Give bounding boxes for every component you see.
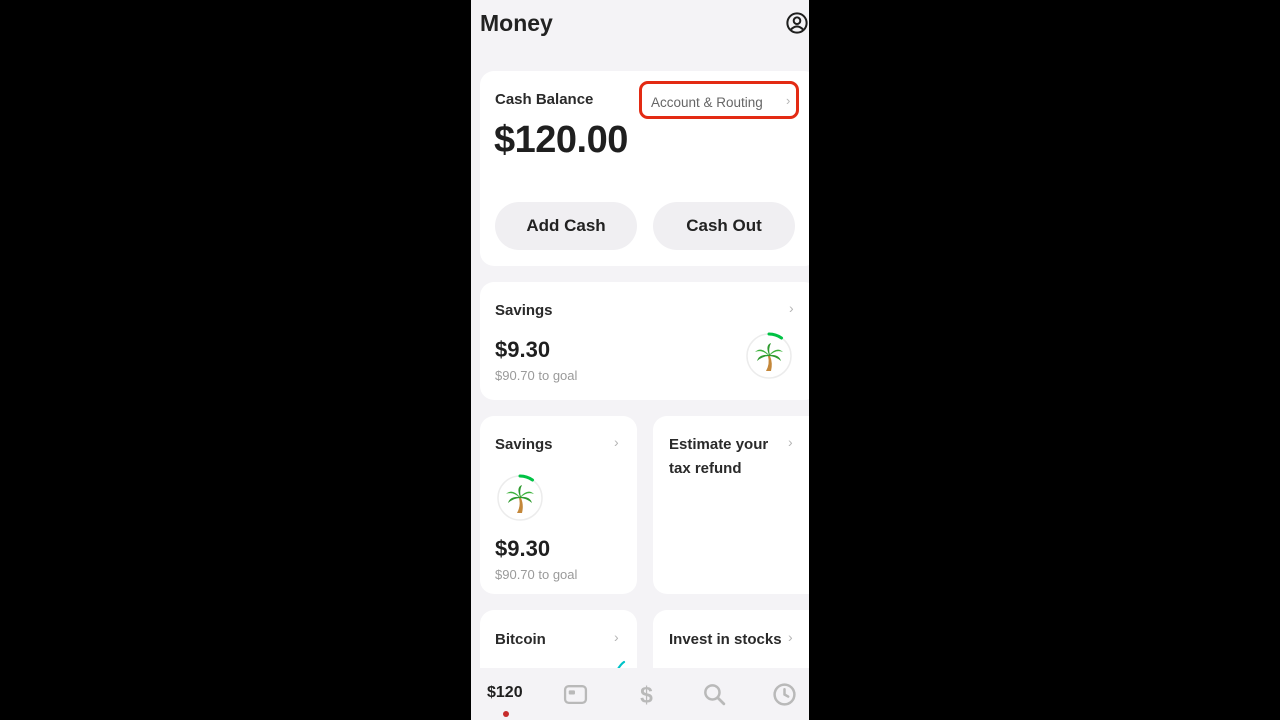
- savings-goal-text: $90.70 to goal: [495, 368, 578, 383]
- palm-tree-icon: [497, 474, 543, 521]
- chevron-right-icon: ›: [789, 300, 794, 316]
- account-routing-label: Account & Routing: [651, 95, 763, 110]
- search-icon[interactable]: [702, 682, 727, 707]
- svg-text:$: $: [640, 682, 653, 707]
- cash-balance-card: Cash Balance $120.00 Account & Routing ›…: [480, 71, 809, 266]
- bitcoin-label: Bitcoin: [495, 631, 546, 648]
- cash-balance-label: Cash Balance: [495, 91, 594, 108]
- dollar-icon[interactable]: $: [634, 682, 659, 707]
- savings-label: Savings: [495, 302, 553, 319]
- cash-balance-amount: $120.00: [494, 119, 628, 161]
- tax-refund-card[interactable]: Estimate your tax refund ›: [653, 416, 809, 594]
- savings-card-small[interactable]: Savings › $9.30 $90.70 to goal: [480, 416, 637, 594]
- savings-label: Savings: [495, 436, 553, 453]
- tax-refund-label-line1: Estimate your: [669, 436, 769, 453]
- savings-card-wide[interactable]: Savings › $9.30 $90.70 to goal: [480, 282, 809, 400]
- notification-dot: [503, 711, 509, 717]
- chevron-right-icon: ›: [788, 434, 793, 450]
- bottom-tab-bar: $120 $: [471, 668, 809, 720]
- cash-out-button[interactable]: Cash Out: [653, 202, 795, 250]
- profile-icon[interactable]: [786, 12, 808, 34]
- palm-tree-icon: [746, 332, 792, 379]
- account-routing-link[interactable]: Account & Routing ›: [639, 81, 799, 119]
- stocks-label: Invest in stocks: [669, 631, 782, 648]
- chevron-right-icon: ›: [786, 93, 791, 108]
- card-icon[interactable]: [563, 682, 588, 707]
- savings-amount: $9.30: [495, 337, 551, 362]
- savings-amount: $9.30: [495, 536, 551, 561]
- savings-goal-text: $90.70 to goal: [495, 567, 578, 582]
- add-cash-button[interactable]: Add Cash: [495, 202, 637, 250]
- tab-balance[interactable]: $120: [487, 684, 523, 702]
- clock-icon[interactable]: [772, 682, 797, 707]
- chevron-right-icon: ›: [614, 434, 619, 450]
- phone-screen: Money Cash Balance $120.00 Account & Rou…: [471, 0, 809, 720]
- chevron-right-icon: ›: [614, 629, 619, 645]
- tax-refund-label-line2: tax refund: [669, 460, 742, 477]
- chevron-right-icon: ›: [788, 629, 793, 645]
- page-title: Money: [480, 10, 553, 36]
